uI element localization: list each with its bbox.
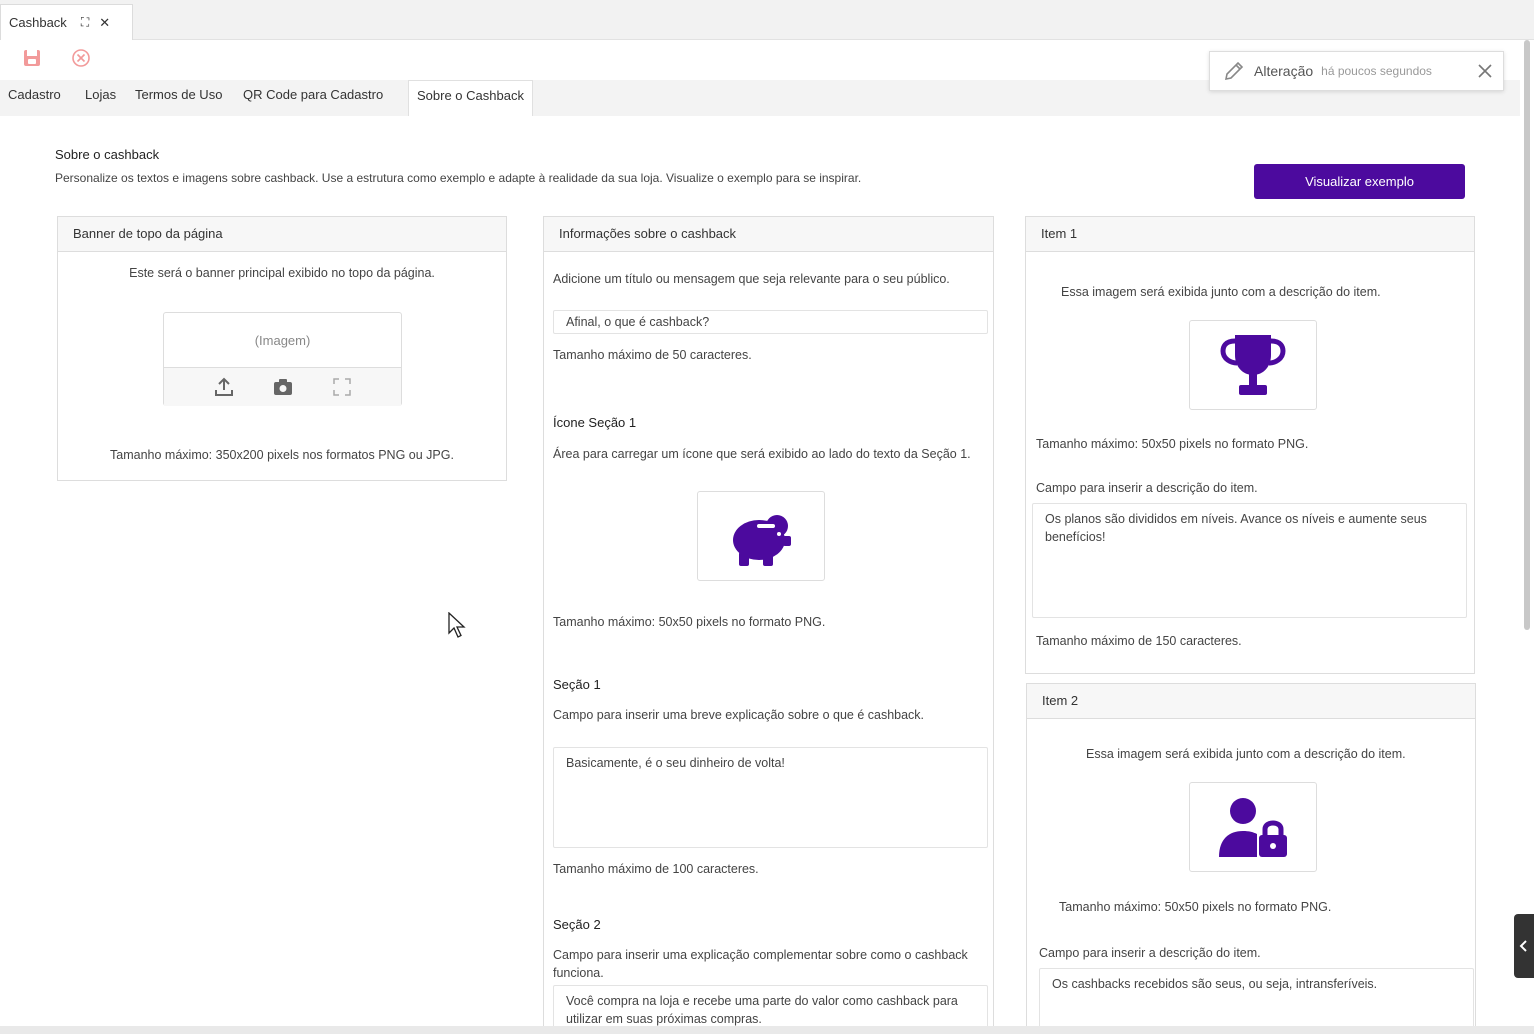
item2-info: Essa imagem será exibida junto com a des… [1086, 747, 1406, 761]
item1-desc-help: Campo para inserir a descrição do item. [1036, 481, 1258, 495]
item2-image[interactable] [1189, 782, 1317, 872]
page-description: Personalize os textos e imagens sobre ca… [55, 171, 862, 185]
camera-icon[interactable] [272, 376, 294, 398]
item1-desc-limit: Tamanho máximo de 150 caracteres. [1036, 634, 1242, 648]
item1-panel-header: Item 1 [1026, 217, 1474, 252]
item2-panel: Item 2 Essa imagem será exibida junto co… [1026, 683, 1476, 1034]
icon-section1-image[interactable] [697, 491, 825, 581]
cancel-icon[interactable] [70, 47, 92, 69]
trophy-icon [1220, 335, 1286, 395]
title-help: Adicione um título ou mensagem que seja … [553, 272, 950, 286]
change-notification: Alteração há poucos segundos [1209, 51, 1504, 91]
item1-desc-textarea[interactable]: Os planos são divididos em níveis. Avanc… [1032, 503, 1467, 618]
close-tab-icon[interactable]: ✕ [99, 15, 110, 31]
cashback-info-panel: Informações sobre o cashback Adicione um… [543, 216, 994, 1034]
maximize-icon[interactable]: ⛶ [81, 15, 89, 30]
section2-help: Campo para inserir uma explicação comple… [553, 948, 968, 980]
section1-textarea[interactable]: Basicamente, é o seu dinheiro de volta! [553, 747, 988, 848]
tab-lojas[interactable]: Lojas [77, 80, 124, 116]
main-content: Sobre o cashback Personalize os textos e… [0, 116, 1520, 1034]
banner-panel-header: Banner de topo da página [58, 217, 506, 252]
title-limit: Tamanho máximo de 50 caracteres. [553, 348, 752, 362]
item1-image[interactable] [1189, 320, 1317, 410]
section1-label: Seção 1 [553, 677, 601, 692]
notification-label: Alteração [1254, 63, 1314, 79]
banner-panel: Banner de topo da página Este será o ban… [57, 216, 507, 481]
icon-section1-label: Ícone Seção 1 [553, 415, 637, 430]
item1-panel: Item 1 Essa imagem será exibida junto co… [1025, 216, 1475, 674]
item2-panel-header: Item 2 [1027, 684, 1475, 719]
mouse-cursor-icon [448, 612, 466, 638]
item1-info: Essa imagem será exibida junto com a des… [1061, 285, 1381, 299]
tab-termos-de-uso[interactable]: Termos de Uso [127, 80, 230, 116]
piggy-bank-icon [733, 515, 791, 566]
item2-size-note: Tamanho máximo: 50x50 pixels no formato … [1059, 900, 1332, 914]
icon-section1-size: Tamanho máximo: 50x50 pixels no formato … [553, 615, 826, 629]
banner-info: Este será o banner principal exibido no … [129, 266, 435, 280]
chevron-left-icon [1519, 940, 1527, 952]
info-panel-header: Informações sobre o cashback [544, 217, 993, 252]
item2-desc-help: Campo para inserir a descrição do item. [1039, 946, 1261, 960]
side-panel-toggle[interactable] [1514, 914, 1534, 978]
section1-limit: Tamanho máximo de 100 caracteres. [553, 862, 759, 876]
bottom-bar [0, 1026, 1534, 1034]
window-tab-title: Cashback [9, 15, 67, 30]
expand-icon[interactable] [332, 377, 352, 397]
title-input[interactable]: Afinal, o que é cashback? [553, 310, 988, 334]
banner-size-note: Tamanho máximo: 350x200 pixels nos forma… [110, 448, 454, 462]
section1-help: Campo para inserir uma breve explicação … [553, 708, 925, 722]
window-tab-cashback[interactable]: Cashback ⛶ ✕ [0, 4, 133, 40]
preview-example-button[interactable]: Visualizar exemplo [1254, 164, 1465, 199]
tab-qr-code[interactable]: QR Code para Cadastro [235, 80, 391, 116]
icon-section1-help: Área para carregar um ícone que será exi… [553, 447, 971, 461]
save-icon[interactable] [21, 47, 43, 69]
notification-time: há poucos segundos [1321, 64, 1432, 78]
banner-image-placeholder: (Imagem) [164, 313, 401, 368]
vertical-scrollbar[interactable] [1524, 40, 1530, 630]
window-tab-strip: Cashback ⛶ ✕ [0, 0, 1534, 40]
item2-desc-textarea[interactable]: Os cashbacks recebidos são seus, ou seja… [1039, 968, 1474, 1028]
user-lock-icon [1219, 798, 1287, 857]
close-notification-icon[interactable] [1475, 61, 1495, 81]
page-title: Sobre o cashback [55, 147, 160, 162]
pencil-icon [1224, 61, 1244, 81]
banner-image-uploader: (Imagem) [163, 312, 402, 406]
tab-sobre-o-cashback[interactable]: Sobre o Cashback [408, 80, 533, 116]
section2-label: Seção 2 [553, 917, 601, 932]
item1-size-note: Tamanho máximo: 50x50 pixels no formato … [1036, 437, 1309, 451]
upload-icon[interactable] [213, 376, 235, 398]
tab-cadastro[interactable]: Cadastro [0, 80, 69, 116]
